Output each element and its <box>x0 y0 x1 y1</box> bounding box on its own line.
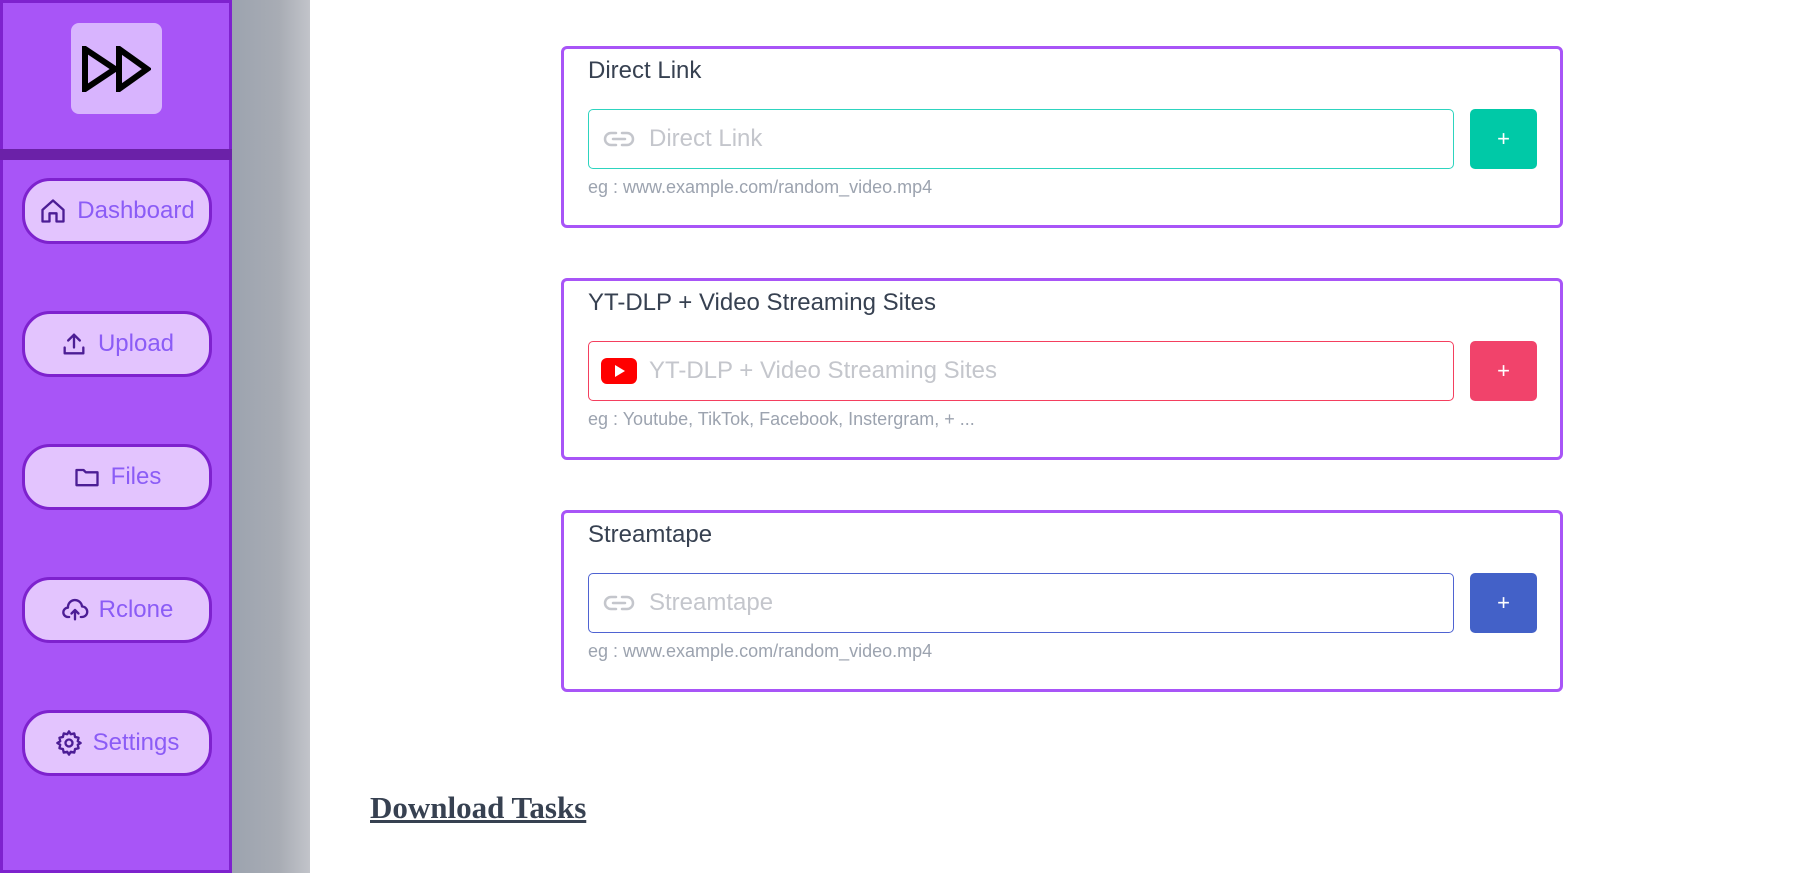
link-icon <box>589 129 649 149</box>
sidebar-item-label: Dashboard <box>77 197 195 224</box>
sidebar-shadow <box>232 0 310 873</box>
sidebar-item-label: Upload <box>97 330 175 357</box>
streamtape-field[interactable] <box>588 573 1454 633</box>
main-content: Direct Link + eg : www.example.com/rando… <box>310 0 1800 873</box>
ytdlp-card: YT-DLP + Video Streaming Sites + eg : Yo… <box>561 278 1563 460</box>
logo[interactable] <box>70 23 162 114</box>
upload-icon <box>60 330 88 358</box>
logo-area <box>3 3 229 149</box>
youtube-icon <box>589 358 649 384</box>
link-icon <box>589 593 649 613</box>
cloud-upload-icon <box>61 596 89 624</box>
streamtape-card: Streamtape + eg : www.example.com/random… <box>561 510 1563 692</box>
download-tasks-heading: Download Tasks <box>370 790 587 825</box>
home-icon <box>39 197 67 225</box>
sidebar-item-files[interactable]: Files <box>22 444 212 510</box>
streamtape-hint: eg : www.example.com/random_video.mp4 <box>588 641 933 661</box>
sidebar: Dashboard Upload Files Rclone Settings <box>0 0 232 873</box>
ytdlp-add-button[interactable]: + <box>1470 341 1537 401</box>
sidebar-item-label: Rclone <box>98 596 174 623</box>
sidebar-item-dashboard[interactable]: Dashboard <box>22 178 212 244</box>
sidebar-divider <box>0 149 232 160</box>
sidebar-item-label: Files <box>110 463 162 490</box>
sidebar-item-upload[interactable]: Upload <box>22 311 212 377</box>
app-root: Dashboard Upload Files Rclone Settings D… <box>0 0 1800 873</box>
ytdlp-field[interactable] <box>588 341 1454 401</box>
direct-link-input[interactable] <box>649 110 1453 168</box>
gear-icon <box>55 729 83 757</box>
ytdlp-input[interactable] <box>649 342 1453 400</box>
sidebar-item-rclone[interactable]: Rclone <box>22 577 212 643</box>
direct-link-add-button[interactable]: + <box>1470 109 1537 169</box>
sidebar-item-settings[interactable]: Settings <box>22 710 212 776</box>
card-title: Direct Link <box>588 57 702 84</box>
folder-icon <box>73 463 101 491</box>
card-title: Streamtape <box>588 521 713 548</box>
direct-link-field[interactable] <box>588 109 1454 169</box>
direct-link-card: Direct Link + eg : www.example.com/rando… <box>561 46 1563 228</box>
fast-forward-icon <box>82 45 151 92</box>
streamtape-add-button[interactable]: + <box>1470 573 1537 633</box>
sidebar-item-label: Settings <box>92 729 180 756</box>
ytdlp-hint: eg : Youtube, TikTok, Facebook, Instergr… <box>588 409 975 429</box>
direct-link-hint: eg : www.example.com/random_video.mp4 <box>588 177 933 197</box>
streamtape-input[interactable] <box>649 574 1453 632</box>
card-title: YT-DLP + Video Streaming Sites <box>588 289 936 316</box>
